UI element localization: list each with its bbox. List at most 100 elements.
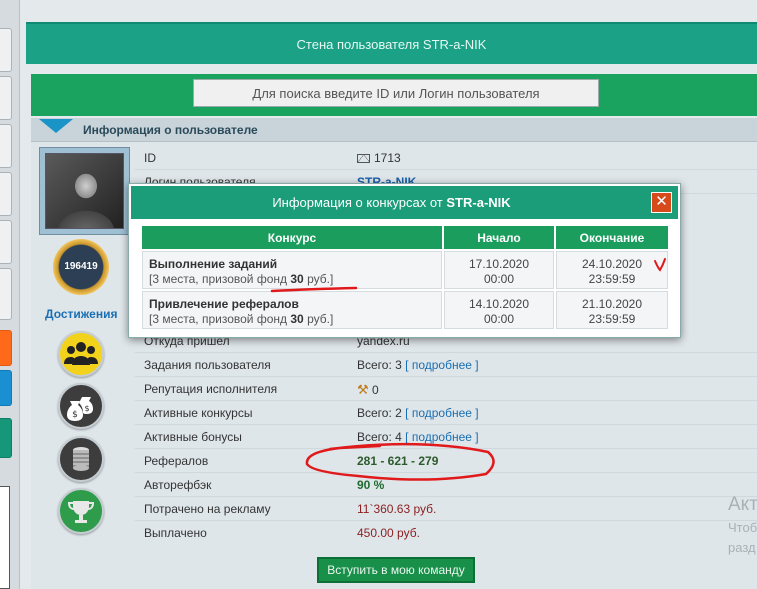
info-section-header[interactable]: Информация о пользователе — [31, 118, 757, 142]
contest-details: [3 места, призовой фонд 30 руб.] — [149, 272, 333, 286]
activation-watermark-line: Чтоб — [728, 520, 757, 535]
details-suffix: руб.] — [307, 272, 334, 286]
svg-text:$: $ — [72, 410, 78, 420]
column-header-contest: Конкурс — [142, 226, 442, 249]
join-team-button[interactable]: Вступить в мою команду — [317, 557, 475, 583]
autorefback-value: 90 % — [357, 478, 385, 492]
modal-title-user: STR-a-NIK — [446, 195, 511, 210]
contests-details-link[interactable]: [ подробнее ] — [405, 406, 478, 420]
trophy-icon[interactable] — [58, 488, 104, 534]
end-time: 23:59:59 — [588, 272, 636, 286]
details-prefix: [3 места, призовой фонд — [149, 312, 288, 326]
start-time: 00:00 — [483, 312, 515, 326]
tasks-details-link[interactable]: [ подробнее ] — [405, 358, 478, 372]
side-tab-orange[interactable] — [0, 330, 12, 366]
row-bonuses: Активные бонусы Всего: 4 [ подробнее ] — [135, 425, 757, 449]
collapse-arrow-icon[interactable] — [39, 119, 73, 133]
column-header-start: Начало — [444, 226, 554, 249]
svg-text:$: $ — [84, 404, 89, 413]
details-suffix: руб.] — [307, 312, 334, 326]
modal-header: Информация о конкурсах от STR-a-NIK ✕ — [131, 186, 678, 219]
contest-start-cell: 14.10.2020 00:00 — [444, 291, 554, 329]
envelope-icon[interactable] — [357, 154, 370, 163]
row-label: Потрачено на рекламу — [144, 502, 271, 516]
row-value: Всего: 3 [ подробнее ] — [357, 358, 479, 372]
ad-spent-value: 11`360.63 руб. — [357, 502, 437, 516]
end-date: 21.10.2020 — [581, 297, 643, 311]
side-tab-1[interactable] — [0, 28, 12, 72]
user-search-input[interactable] — [193, 79, 599, 107]
side-box — [0, 486, 10, 589]
bonuses-details-link[interactable]: [ подробнее ] — [405, 430, 478, 444]
money-bags-icon[interactable]: $ $ — [58, 383, 104, 429]
paid-out-value: 450.00 руб. — [357, 526, 420, 540]
row-id: ID 1713 — [135, 146, 757, 170]
row-value: Всего: 4 [ подробнее ] — [357, 430, 479, 444]
modal-title-prefix: Информация о конкурсах от — [272, 195, 443, 210]
bonuses-total: Всего: 4 — [357, 430, 402, 444]
reputation-value: 0 — [372, 383, 379, 397]
medal-number: 196419 — [64, 261, 98, 272]
info-section-title: Информация о пользователе — [83, 123, 258, 137]
side-tab-6[interactable] — [0, 268, 12, 320]
left-sidebar-strip — [0, 0, 20, 589]
close-icon[interactable]: ✕ — [651, 192, 672, 213]
referrals-value: 281 - 621 - 279 — [357, 454, 439, 468]
contest-name: Привлечение рефералов — [149, 297, 299, 311]
activation-watermark-title: Акт — [728, 494, 757, 515]
contest-name-cell: Привлечение рефералов [3 места, призовой… — [142, 291, 442, 329]
contests-total: Всего: 2 — [357, 406, 402, 420]
row-value: ⚒ 0 — [357, 382, 379, 398]
row-reputation: Репутация исполнителя ⚒ 0 — [135, 377, 757, 401]
coins-icon[interactable] — [58, 436, 104, 482]
achievements-link[interactable]: Достижения — [45, 307, 117, 321]
contest-name: Выполнение заданий — [149, 257, 278, 271]
prize-fund: 30 — [290, 272, 304, 286]
side-tab-4[interactable] — [0, 172, 12, 216]
row-tasks: Задания пользователя Всего: 3 [ подробне… — [135, 353, 757, 377]
side-tab-2[interactable] — [0, 76, 12, 120]
banner-title: Стена пользователя STR-a-NIK — [296, 37, 487, 52]
user-id: 1713 — [374, 151, 401, 165]
start-date: 17.10.2020 — [468, 257, 530, 271]
rating-medal: 196419 — [53, 239, 109, 295]
column-header-end: Окончание — [556, 226, 668, 249]
contest-end-cell: 24.10.2020 23:59:59 — [556, 251, 668, 289]
row-value: Всего: 2 [ подробнее ] — [357, 406, 479, 420]
row-ad-spent: Потрачено на рекламу 11`360.63 руб. — [135, 497, 757, 521]
contest-details: [3 места, призовой фонд 30 руб.] — [149, 312, 333, 326]
row-label: Репутация исполнителя — [144, 382, 278, 396]
row-referrals: Рефералов 281 - 621 - 279 — [135, 449, 757, 473]
row-label: Задания пользователя — [144, 358, 271, 372]
side-tab-3[interactable] — [0, 124, 12, 168]
users-icon[interactable] — [58, 331, 104, 377]
side-tab-teal[interactable] — [0, 418, 12, 458]
tools-icon: ⚒ — [357, 382, 369, 397]
row-contests: Активные конкурсы Всего: 2 [ подробнее ] — [135, 401, 757, 425]
row-value: 1713 — [357, 151, 401, 165]
contest-end-cell: 21.10.2020 23:59:59 — [556, 291, 668, 329]
contests-modal: Информация о конкурсах от STR-a-NIK ✕ Ко… — [128, 183, 681, 338]
row-label: Выплачено — [144, 526, 207, 540]
row-autorefback: Авторефбэк 90 % — [135, 473, 757, 497]
row-label: Авторефбэк — [144, 478, 212, 492]
start-time: 00:00 — [483, 272, 515, 286]
end-time: 23:59:59 — [588, 312, 636, 326]
start-date: 14.10.2020 — [468, 297, 530, 311]
search-band — [31, 74, 757, 116]
side-tab-blue[interactable] — [0, 370, 12, 406]
contest-name-cell: Выполнение заданий [3 места, призовой фо… — [142, 251, 442, 289]
modal-title: Информация о конкурсах от STR-a-NIK — [131, 195, 652, 210]
avatar-frame — [39, 147, 130, 235]
row-label: Активные конкурсы — [144, 406, 253, 420]
tasks-total: Всего: 3 — [357, 358, 402, 372]
side-tab-5[interactable] — [0, 220, 12, 264]
details-prefix: [3 места, призовой фонд — [149, 272, 288, 286]
end-date: 24.10.2020 — [581, 257, 643, 271]
row-label: Рефералов — [144, 454, 209, 468]
contest-start-cell: 17.10.2020 00:00 — [444, 251, 554, 289]
row-label: ID — [144, 151, 156, 165]
row-paid-out: Выплачено 450.00 руб. — [135, 521, 757, 545]
wall-banner: Стена пользователя STR-a-NIK — [26, 22, 757, 64]
row-label: Активные бонусы — [144, 430, 242, 444]
